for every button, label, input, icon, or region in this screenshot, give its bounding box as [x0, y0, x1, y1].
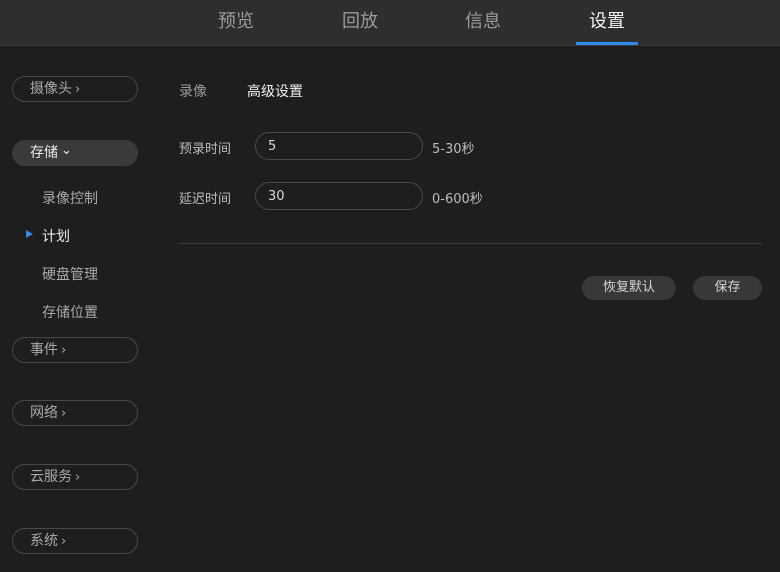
sidebar-group-label: 网络: [30, 405, 58, 421]
sidebar-group-label: 云服务: [30, 469, 72, 485]
prerecord-time-range: 5-30秒: [432, 142, 475, 157]
sidebar-group-system[interactable]: 系统 ›: [12, 528, 138, 554]
sidebar-group-cloud[interactable]: 云服务 ›: [12, 464, 138, 490]
delay-time-input[interactable]: [255, 182, 423, 210]
tab-playback[interactable]: 回放: [329, 0, 391, 45]
chevron-right-icon: ›: [61, 534, 67, 549]
prerecord-time-label: 预录时间: [179, 142, 232, 157]
save-button[interactable]: 保存: [693, 276, 762, 300]
sidebar-group-camera[interactable]: 摄像头 ›: [12, 76, 138, 102]
chevron-right-icon: ›: [61, 406, 67, 421]
sidebar-group-label: 系统: [30, 533, 58, 549]
tab-preview[interactable]: 预览: [205, 0, 267, 45]
divider: [179, 243, 762, 244]
sidebar-group-storage[interactable]: 存储 ⌄: [12, 140, 138, 166]
sidebar-item-record-control[interactable]: 录像控制: [42, 188, 98, 208]
subtab-recording[interactable]: 录像: [179, 81, 207, 101]
sidebar-item-schedule[interactable]: 计划: [42, 226, 70, 246]
sidebar-item-disk-management[interactable]: 硬盘管理: [42, 264, 98, 284]
subtab-advanced-settings[interactable]: 高级设置: [247, 81, 303, 101]
sidebar-item-storage-location[interactable]: 存储位置: [42, 302, 98, 322]
restore-defaults-button[interactable]: 恢复默认: [582, 276, 676, 300]
chevron-down-icon: ⌄: [61, 143, 72, 158]
sidebar-group-label: 摄像头: [30, 81, 72, 97]
active-marker-icon: [26, 230, 33, 238]
delay-time-range: 0-600秒: [432, 192, 483, 207]
delay-time-label: 延迟时间: [179, 192, 232, 207]
sidebar-group-label: 存储: [30, 145, 58, 161]
sidebar-group-event[interactable]: 事件 ›: [12, 337, 138, 363]
sidebar-group-network[interactable]: 网络 ›: [12, 400, 138, 426]
settings-page: 预览 回放 信息 设置 摄像头 › 存储 ⌄ 录像控制 计划 硬盘管理 存储位置 事…: [0, 0, 780, 572]
tab-info[interactable]: 信息: [452, 0, 514, 45]
chevron-right-icon: ›: [75, 82, 81, 97]
tab-settings[interactable]: 设置: [576, 0, 638, 45]
chevron-right-icon: ›: [75, 470, 81, 485]
top-navigation: 预览 回放 信息 设置: [0, 0, 780, 46]
chevron-right-icon: ›: [61, 343, 67, 358]
prerecord-time-input[interactable]: [255, 132, 423, 160]
sidebar-group-label: 事件: [30, 342, 58, 358]
